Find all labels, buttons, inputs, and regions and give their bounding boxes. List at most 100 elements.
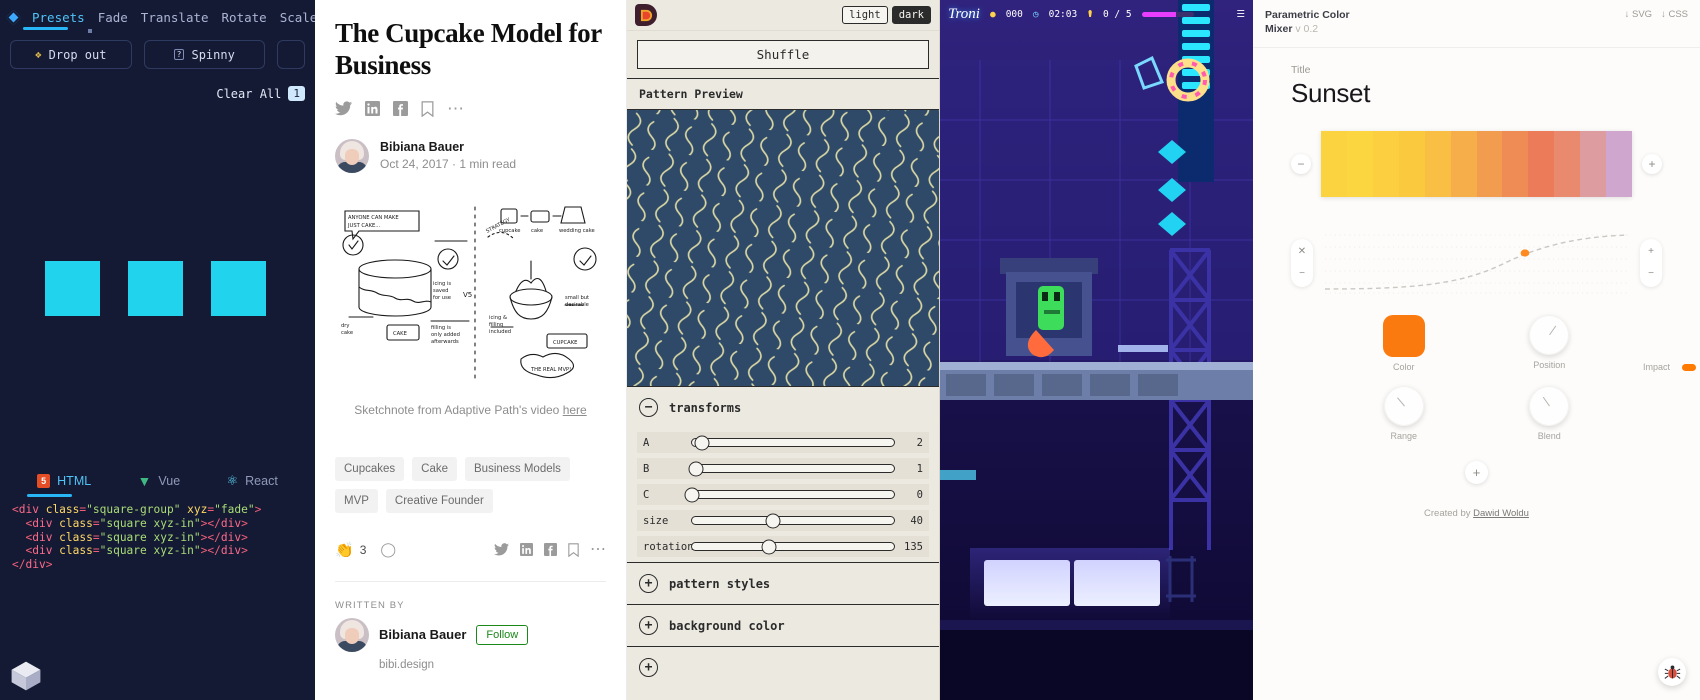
tag-item[interactable]: Creative Founder bbox=[385, 488, 493, 513]
palette-swatch[interactable] bbox=[1321, 130, 1347, 197]
stage-square[interactable] bbox=[211, 261, 266, 316]
linkedin-icon[interactable] bbox=[520, 543, 533, 557]
avatar[interactable] bbox=[335, 617, 369, 652]
slider-c[interactable]: C 0 bbox=[637, 484, 929, 505]
slider-track[interactable] bbox=[684, 487, 895, 502]
range-knob[interactable] bbox=[1383, 385, 1424, 426]
slider-track[interactable] bbox=[688, 461, 895, 476]
tag-item[interactable]: Cake bbox=[412, 456, 457, 481]
palette-swatch[interactable] bbox=[1528, 130, 1555, 197]
slider-knob[interactable] bbox=[694, 435, 710, 450]
slider-size[interactable]: size 40 bbox=[637, 510, 929, 531]
stage-square[interactable] bbox=[128, 261, 183, 316]
position-knob[interactable] bbox=[1529, 314, 1570, 355]
credit-author-link[interactable]: Dawid Woldu bbox=[1473, 508, 1529, 519]
section-transforms[interactable]: − transforms bbox=[627, 386, 939, 428]
slider-track[interactable] bbox=[691, 539, 895, 554]
color-swatch-strip[interactable] bbox=[1321, 130, 1633, 197]
framework-tab-react[interactable]: ⚛ React bbox=[226, 473, 277, 489]
more-icon[interactable]: ⋯ bbox=[447, 100, 464, 117]
clear-all-button[interactable]: Clear All 1 bbox=[216, 86, 305, 101]
theme-dark-button[interactable]: dark bbox=[891, 6, 931, 24]
palette-swatch[interactable] bbox=[1580, 130, 1607, 197]
add-swatch-button[interactable]: + bbox=[1642, 153, 1662, 174]
palette-swatch[interactable] bbox=[1372, 130, 1399, 197]
section-partial[interactable]: + bbox=[627, 646, 939, 700]
export-svg-button[interactable]: ↓ SVG bbox=[1625, 9, 1652, 20]
add-stop-button[interactable]: + bbox=[1465, 460, 1488, 484]
more-icon[interactable]: ⋯ bbox=[590, 541, 606, 557]
facebook-icon[interactable] bbox=[393, 101, 408, 117]
pattern-preview[interactable] bbox=[627, 109, 939, 386]
remove-swatch-button[interactable]: − bbox=[1291, 153, 1311, 174]
tab-presets[interactable]: Presets bbox=[32, 10, 85, 25]
framework-tab-html[interactable]: 5 HTML bbox=[37, 473, 91, 489]
palette-swatch[interactable] bbox=[1606, 130, 1633, 197]
palette-swatch[interactable] bbox=[1450, 130, 1477, 197]
pattern-logo-icon[interactable] bbox=[635, 4, 657, 26]
palette-swatch[interactable] bbox=[1502, 130, 1529, 197]
slider-knob[interactable] bbox=[688, 461, 704, 476]
facebook-icon[interactable] bbox=[544, 543, 557, 557]
close-icon[interactable]: ✕ bbox=[1294, 244, 1310, 260]
comment-icon[interactable]: ◯ bbox=[380, 541, 396, 558]
slider-track[interactable] bbox=[691, 435, 895, 450]
slider-rotation[interactable]: rotation 135 bbox=[637, 536, 929, 557]
palette-swatch[interactable] bbox=[1554, 130, 1581, 197]
preset-drop-out[interactable]: ❖ Drop out bbox=[10, 40, 132, 69]
curve-graph[interactable] bbox=[1324, 229, 1629, 297]
tag-item[interactable]: Business Models bbox=[465, 456, 570, 481]
color-swatch-button[interactable] bbox=[1382, 314, 1425, 357]
svg-text:cake: cake bbox=[341, 330, 353, 336]
twitter-icon[interactable] bbox=[494, 543, 509, 556]
tag-item[interactable]: MVP bbox=[335, 488, 378, 513]
plus-icon[interactable]: + bbox=[1643, 244, 1659, 260]
preset-overflow[interactable] bbox=[277, 40, 305, 69]
stage-square[interactable] bbox=[45, 261, 100, 316]
tab-rotate[interactable]: Rotate bbox=[222, 10, 267, 25]
tag-item[interactable]: Cupcakes bbox=[335, 456, 405, 481]
twitter-icon[interactable] bbox=[335, 101, 352, 116]
caption-link[interactable]: here bbox=[563, 403, 587, 417]
slider-value: 2 bbox=[916, 436, 923, 449]
svg-text:filling is: filling is bbox=[431, 325, 451, 331]
palette-swatch[interactable] bbox=[1424, 130, 1451, 197]
slider-knob[interactable] bbox=[761, 539, 777, 554]
impact-toggle[interactable] bbox=[1682, 363, 1696, 371]
slider-knob[interactable] bbox=[765, 513, 781, 528]
slider-knob[interactable] bbox=[684, 487, 700, 502]
written-by-name[interactable]: Bibiana Bauer bbox=[379, 627, 466, 642]
code-snippet[interactable]: <div class="square-group" xyz="fade"> <d… bbox=[0, 489, 315, 572]
share-bar-top: ⋯ bbox=[335, 100, 606, 117]
minus-icon[interactable]: − bbox=[1643, 266, 1659, 282]
slider-b[interactable]: B 1 bbox=[637, 458, 929, 479]
blend-knob[interactable] bbox=[1529, 385, 1570, 426]
export-css-button[interactable]: ↓ CSS bbox=[1661, 9, 1688, 20]
slider-track[interactable] bbox=[691, 513, 895, 528]
palette-title[interactable]: Sunset bbox=[1291, 78, 1662, 109]
preset-spinny[interactable]: ? Spinny bbox=[143, 40, 265, 69]
author-name[interactable]: Bibiana Bauer bbox=[380, 140, 516, 154]
linkedin-icon[interactable] bbox=[365, 101, 380, 117]
palette-swatch[interactable] bbox=[1476, 130, 1503, 197]
bug-icon[interactable] bbox=[1658, 658, 1686, 686]
tab-fade[interactable]: Fade bbox=[98, 10, 128, 25]
palette-swatch[interactable] bbox=[1346, 130, 1373, 197]
avatar[interactable] bbox=[335, 138, 369, 173]
minus-icon[interactable]: − bbox=[1294, 266, 1310, 282]
bookmark-icon[interactable] bbox=[568, 542, 579, 557]
clear-all-label: Clear All bbox=[216, 86, 282, 101]
palette-swatch[interactable] bbox=[1398, 130, 1425, 197]
clap-icon[interactable]: 👏 bbox=[335, 541, 354, 559]
follow-button[interactable]: Follow bbox=[476, 624, 529, 645]
shuffle-button[interactable]: Shuffle bbox=[637, 40, 929, 69]
slider-a[interactable]: A 2 bbox=[637, 432, 929, 453]
framework-tab-vue[interactable]: ▼ Vue bbox=[138, 473, 181, 489]
tab-translate[interactable]: Translate bbox=[141, 10, 209, 25]
game-viewport[interactable] bbox=[940, 0, 1253, 700]
tab-scale[interactable]: Scale bbox=[280, 10, 315, 25]
section-pattern-styles[interactable]: + pattern styles bbox=[627, 562, 939, 604]
theme-light-button[interactable]: light bbox=[842, 6, 888, 24]
section-background-color[interactable]: + background color bbox=[627, 604, 939, 646]
bookmark-icon[interactable] bbox=[421, 100, 434, 117]
